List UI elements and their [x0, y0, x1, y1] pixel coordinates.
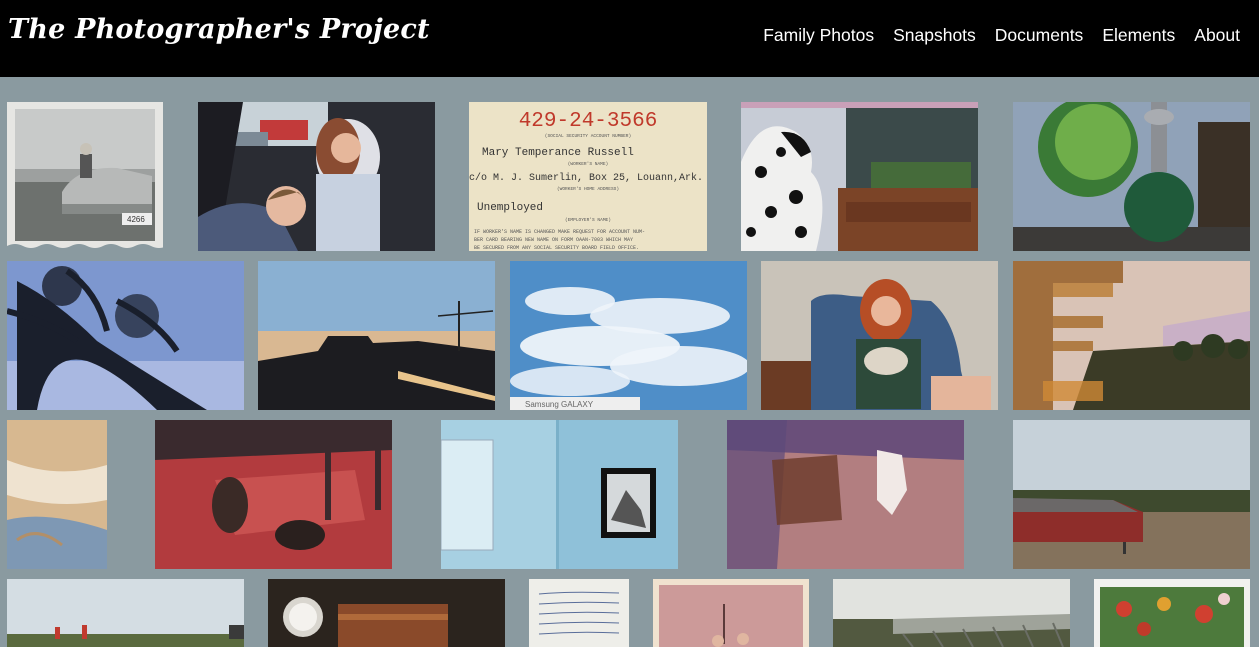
photo-pink-vintage[interactable] — [653, 579, 809, 647]
photo-bridge[interactable] — [833, 579, 1070, 647]
photo-boathouse-lake[interactable] — [1013, 420, 1250, 569]
photo-cloudy-sky[interactable]: Samsung GALAXY — [510, 261, 747, 410]
photo-fabric-closeup[interactable] — [7, 420, 107, 569]
site-header: The Photographer's Project Family Photos… — [0, 0, 1259, 77]
photo-dark-clock[interactable] — [268, 579, 505, 647]
ssn-name-caption: (WORKER'S NAME) — [568, 161, 609, 167]
photo-woman-with-cat[interactable] — [761, 261, 998, 410]
photo-red-table[interactable] — [155, 420, 392, 569]
photo-framed-picture-wall[interactable] — [441, 420, 678, 569]
photo-wall-shadow[interactable] — [727, 420, 964, 569]
photo-boy-on-car[interactable]: 4266 — [7, 102, 163, 251]
ssn-employer-caption: (EMPLOYER'S NAME) — [565, 217, 611, 223]
photo-kids-in-car[interactable] — [198, 102, 435, 251]
nav-about[interactable]: About — [1194, 25, 1240, 46]
nav-documents[interactable]: Documents — [995, 25, 1084, 46]
ssn-number-caption: (SOCIAL SECURITY ACCOUNT NUMBER) — [545, 133, 631, 139]
ssn-notice-line3: BE SECURED FROM ANY SOCIAL SECURITY BOAR… — [474, 245, 639, 251]
ssn-worker-name: Mary Temperance Russell — [482, 147, 634, 159]
photo-handwritten-letter[interactable] — [529, 579, 629, 647]
nav-family-photos[interactable]: Family Photos — [763, 25, 874, 46]
ssn-address: c/o M. J. Sumerlin, Box 25, Louann,Ark. — [469, 172, 703, 184]
main-nav: Family Photos Snapshots Documents Elemen… — [763, 25, 1240, 46]
ssn-notice-line2: BER CARD BEARING NEW NAME ON FORM OAAN-7… — [474, 237, 633, 243]
ssn-notice-line1: IF WORKER'S NAME IS CHANGED MAKE REQUEST… — [474, 229, 645, 235]
photo-ssn-card[interactable]: 429-24-3566 (SOCIAL SECURITY ACCOUNT NUM… — [469, 102, 707, 251]
photo-beach-people[interactable] — [7, 579, 244, 647]
ssn-number: 429-24-3566 — [519, 110, 658, 133]
photo-balconies-palms[interactable] — [1013, 261, 1250, 410]
photo-tree-silhouette[interactable] — [7, 261, 244, 410]
camera-label-text: Samsung GALAXY — [525, 400, 594, 409]
photo-dalmatian[interactable] — [741, 102, 978, 251]
license-plate-text: 4266 — [127, 215, 145, 224]
ssn-address-caption: (WORKER'S HOME ADDRESS) — [557, 186, 619, 192]
nav-elements[interactable]: Elements — [1102, 25, 1175, 46]
photo-green-hookah[interactable] — [1013, 102, 1250, 251]
nav-snapshots[interactable]: Snapshots — [893, 25, 976, 46]
photo-flowers[interactable] — [1094, 579, 1250, 647]
photo-rooftop-sunset[interactable] — [258, 261, 495, 410]
ssn-employer: Unemployed — [477, 202, 543, 214]
site-logo[interactable]: The Photographer's Project — [8, 14, 430, 45]
